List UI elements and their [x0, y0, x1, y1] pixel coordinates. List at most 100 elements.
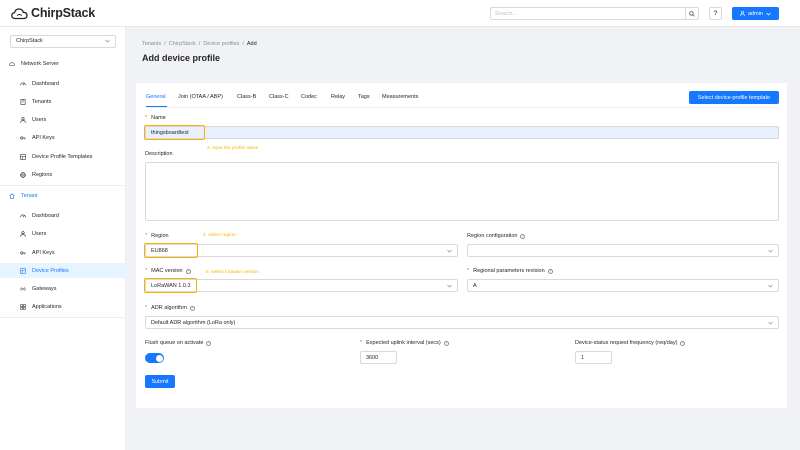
regional-params-select[interactable]: A: [467, 279, 779, 292]
sidebar-item-label: Applications: [32, 303, 62, 310]
help-circle-icon[interactable]: ?: [547, 268, 553, 274]
users-icon: [20, 116, 26, 123]
region-config-select[interactable]: [467, 244, 779, 257]
sidebar-item-tenant-dashboard[interactable]: Dashboard: [0, 208, 126, 223]
adr-value: Default ADR algorithm (LoRa only): [151, 319, 236, 326]
sidebar-item-regions[interactable]: Regions: [0, 167, 126, 182]
tab-class-b[interactable]: Class-B: [237, 94, 256, 100]
flush-queue-label: Flush queue on activate?: [145, 340, 212, 346]
tab-tags[interactable]: Tags: [358, 94, 370, 100]
device-profile-form-card: General Join (OTAA / ABP) Class-B Class-…: [136, 83, 787, 408]
app-name: ChirpStack: [31, 6, 95, 20]
sidebar-divider: [0, 317, 126, 318]
submit-button[interactable]: Submit: [145, 375, 175, 388]
description-textarea[interactable]: [145, 162, 779, 221]
sidebar-item-tenant-api-keys[interactable]: API Keys: [0, 245, 126, 260]
tab-bar: General Join (OTAA / ABP) Class-B Class-…: [146, 83, 426, 108]
user-menu-button[interactable]: admin: [732, 7, 779, 20]
adr-select[interactable]: Default ADR algorithm (LoRa only): [145, 316, 779, 329]
region-value: EU868: [151, 247, 168, 254]
menu-group-network-server[interactable]: Network Server: [0, 56, 126, 71]
flush-queue-toggle[interactable]: [145, 353, 164, 363]
help-button[interactable]: ?: [709, 7, 722, 20]
sidebar: ChirpStack Network Server Dashboard Tena…: [0, 27, 126, 450]
toggle-knob: [155, 354, 163, 362]
menu-group-label: Tenant: [21, 192, 38, 199]
sidebar-item-device-profile-templates[interactable]: Device Profile Templates: [0, 149, 126, 164]
template-icon: [20, 153, 26, 160]
sidebar-item-ns-api-keys[interactable]: API Keys: [0, 130, 126, 145]
name-input[interactable]: thingsboardtest: [145, 126, 779, 139]
region-label-text: Region: [151, 233, 169, 239]
uplink-interval-input[interactable]: 3600: [360, 351, 397, 364]
search-box[interactable]: [490, 7, 686, 20]
sidebar-divider: [0, 185, 126, 186]
flush-queue-label-text: Flush queue on activate: [145, 340, 204, 346]
chevron-down-icon: [105, 39, 110, 43]
sidebar-item-gateways[interactable]: Gateways: [0, 281, 126, 296]
dashboard-icon: [20, 82, 26, 85]
help-label: ?: [713, 10, 718, 17]
tab-measurements[interactable]: Measurements: [382, 94, 418, 100]
select-template-button[interactable]: Select device-profile template: [689, 91, 779, 104]
sidebar-item-label: API Keys: [32, 134, 55, 141]
mac-version-label: * MAC version?: [145, 268, 191, 274]
dashboard-icon: [20, 214, 26, 217]
sidebar-item-ns-dashboard[interactable]: Dashboard: [0, 76, 126, 91]
sidebar-item-ns-users[interactable]: Users: [0, 112, 126, 127]
tab-join[interactable]: Join (OTAA / ABP): [178, 94, 223, 100]
gateway-icon: [20, 286, 26, 291]
home-icon: [9, 192, 15, 199]
help-circle-icon[interactable]: ?: [189, 305, 195, 311]
breadcrumb: Tenants / ChirpStack / Device profiles / Add: [142, 41, 257, 47]
tenant-select[interactable]: ChirpStack: [10, 35, 116, 48]
sidebar-item-tenants[interactable]: Tenants: [0, 94, 126, 109]
sidebar-item-label: Device Profiles: [32, 267, 69, 274]
chevron-down-icon: [768, 284, 773, 288]
status-freq-input[interactable]: 1: [575, 351, 612, 364]
sidebar-item-label: Regions: [32, 171, 53, 178]
mac-version-select[interactable]: LoRaWAN 1.0.3: [145, 279, 458, 292]
chevron-down-icon: [447, 249, 452, 253]
breadcrumb-tenant[interactable]: ChirpStack: [169, 41, 196, 47]
menu-group-label: Network Server: [21, 60, 59, 67]
sidebar-item-label: API Keys: [32, 249, 55, 256]
annotation-step-5: 5. select lorawan version: [206, 270, 259, 275]
search-button[interactable]: [685, 7, 699, 20]
help-circle-icon[interactable]: ?: [680, 340, 686, 346]
tab-general[interactable]: General: [146, 94, 166, 100]
breadcrumb-device-profiles[interactable]: Device profiles: [203, 41, 239, 47]
sidebar-item-label: Tenants: [32, 98, 52, 105]
sidebar-item-device-profiles[interactable]: Device Profiles: [0, 263, 126, 278]
help-circle-icon[interactable]: ?: [443, 340, 449, 346]
top-header: ChirpStack ? admin: [0, 0, 800, 27]
sidebar-item-label: Dashboard: [32, 80, 59, 87]
regional-params-value: A: [473, 282, 477, 289]
tenants-icon: [20, 98, 26, 105]
help-circle-icon[interactable]: ?: [185, 268, 191, 274]
tab-codec[interactable]: Codec: [301, 94, 317, 100]
breadcrumb-tenants[interactable]: Tenants: [142, 41, 161, 47]
status-freq-value: 1: [581, 354, 585, 361]
region-icon: [20, 171, 26, 178]
chevron-down-icon: [768, 249, 773, 253]
help-circle-icon[interactable]: ?: [206, 340, 212, 346]
users-icon: [20, 230, 26, 237]
annotation-step-4: 4. select region: [203, 233, 236, 238]
chevron-down-icon: [768, 321, 773, 325]
sidebar-item-label: Users: [32, 230, 47, 237]
tab-relay[interactable]: Relay: [331, 94, 345, 100]
menu-group-tenant[interactable]: Tenant: [0, 188, 126, 203]
chevron-down-icon: [766, 12, 771, 15]
key-icon: [20, 251, 26, 254]
key-icon: [20, 136, 26, 139]
sidebar-item-applications[interactable]: Applications: [0, 299, 126, 314]
help-circle-icon[interactable]: ?: [520, 233, 526, 239]
region-select[interactable]: EU868: [145, 244, 458, 257]
chirpstack-logo[interactable]: ChirpStack: [11, 6, 95, 20]
sidebar-item-label: Dashboard: [32, 212, 59, 219]
tab-class-c[interactable]: Class-C: [269, 94, 289, 100]
sidebar-item-label: Users: [32, 116, 47, 123]
search-input[interactable]: [491, 8, 671, 19]
sidebar-item-tenant-users[interactable]: Users: [0, 226, 126, 241]
